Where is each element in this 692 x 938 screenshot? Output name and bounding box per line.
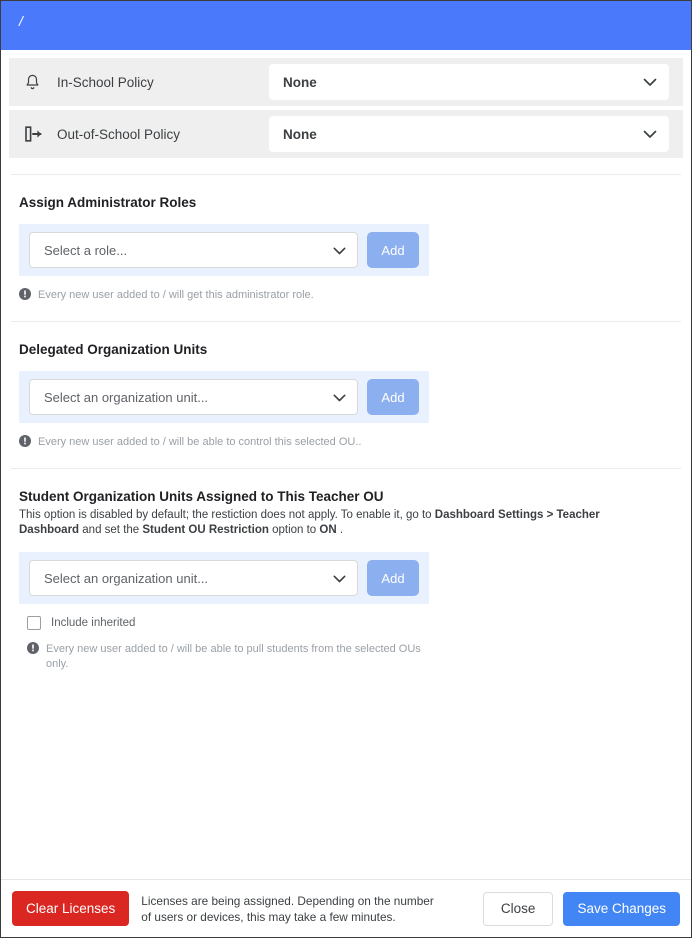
section-title: Student Organization Units Assigned to T… xyxy=(19,489,384,504)
info-icon xyxy=(19,288,31,305)
add-student-ou-button[interactable]: Add xyxy=(367,560,419,596)
policy-label-group: In-School Policy xyxy=(25,72,269,92)
chevron-down-icon xyxy=(333,390,346,405)
section-student-ou: Student Organization Units Assigned to T… xyxy=(1,469,691,672)
exit-arrow-icon xyxy=(25,124,47,144)
policy-row-out-of-school: Out-of-School Policy None xyxy=(9,110,683,158)
in-school-policy-value: None xyxy=(283,74,317,90)
student-ou-select-value: Select an organization unit... xyxy=(44,570,209,586)
chevron-down-icon xyxy=(333,571,346,586)
note-text: Every new user added to / will get this … xyxy=(38,289,314,301)
section-delegated-ou: Delegated Organization Units Select an o… xyxy=(1,322,691,452)
dialog-body: In-School Policy None Out-of-School Poli… xyxy=(1,50,691,879)
delegated-ou-select[interactable]: Select an organization unit... xyxy=(29,379,358,415)
policy-label: Out-of-School Policy xyxy=(57,126,181,142)
save-changes-button[interactable]: Save Changes xyxy=(563,891,680,926)
admin-role-select[interactable]: Select a role... xyxy=(29,232,358,268)
include-inherited-checkbox[interactable] xyxy=(27,616,41,630)
desc-part-3: option to xyxy=(268,524,320,536)
dialog-window: / In-School Policy None Out-of-School Po… xyxy=(0,0,692,938)
delegated-ou-select-value: Select an organization unit... xyxy=(44,389,209,405)
add-admin-role-button[interactable]: Add xyxy=(367,232,419,268)
dialog-header: / xyxy=(1,1,691,50)
include-inherited-row[interactable]: Include inherited xyxy=(19,616,673,630)
desc-part-1: This option is disabled by default; the … xyxy=(19,509,435,521)
section-description: This option is disabled by default; the … xyxy=(19,508,633,538)
clear-licenses-button[interactable]: Clear Licenses xyxy=(12,891,130,926)
section-admin-roles: Assign Administrator Roles Select a role… xyxy=(1,175,691,305)
note-text: Every new user added to / will be able t… xyxy=(38,436,362,448)
desc-part-2: and set the xyxy=(79,524,143,536)
note-text: Every new user added to / will be able t… xyxy=(46,643,421,670)
chevron-down-icon xyxy=(333,243,346,258)
student-ou-note: Every new user added to / will be able t… xyxy=(19,642,437,672)
license-status-message: Licenses are being assigned. Depending o… xyxy=(141,893,434,924)
policy-label-group: Out-of-School Policy xyxy=(25,124,269,144)
chevron-down-icon xyxy=(643,127,657,142)
info-icon xyxy=(19,435,31,452)
desc-bold-3: ON xyxy=(319,524,337,536)
section-title: Assign Administrator Roles xyxy=(19,195,197,210)
in-school-policy-select[interactable]: None xyxy=(269,64,669,100)
admin-role-picker: Select a role... Add xyxy=(19,224,429,276)
close-button[interactable]: Close xyxy=(482,891,554,926)
student-ou-select[interactable]: Select an organization unit... xyxy=(29,560,358,596)
policy-row-in-school: In-School Policy None xyxy=(9,58,683,106)
desc-bold-2: Student OU Restriction xyxy=(142,524,269,536)
delegated-ou-picker: Select an organization unit... Add xyxy=(19,371,429,423)
include-inherited-label: Include inherited xyxy=(51,617,136,629)
add-delegated-ou-button[interactable]: Add xyxy=(367,379,419,415)
info-icon xyxy=(27,642,39,659)
policy-label: In-School Policy xyxy=(57,74,154,90)
section-title: Delegated Organization Units xyxy=(19,342,208,357)
chevron-down-icon xyxy=(643,75,657,90)
admin-role-note: Every new user added to / will get this … xyxy=(19,288,439,305)
page-title: / xyxy=(19,13,24,29)
admin-role-select-value: Select a role... xyxy=(44,242,128,258)
student-ou-picker: Select an organization unit... Add xyxy=(19,552,429,604)
bell-icon xyxy=(25,72,47,92)
delegated-ou-note: Every new user added to / will be able t… xyxy=(19,435,439,452)
out-of-school-policy-value: None xyxy=(283,126,317,142)
out-of-school-policy-select[interactable]: None xyxy=(269,116,669,152)
desc-part-4: . xyxy=(336,524,344,536)
dialog-footer: Clear Licenses Licenses are being assign… xyxy=(1,879,691,937)
policy-section: In-School Policy None Out-of-School Poli… xyxy=(1,50,691,158)
